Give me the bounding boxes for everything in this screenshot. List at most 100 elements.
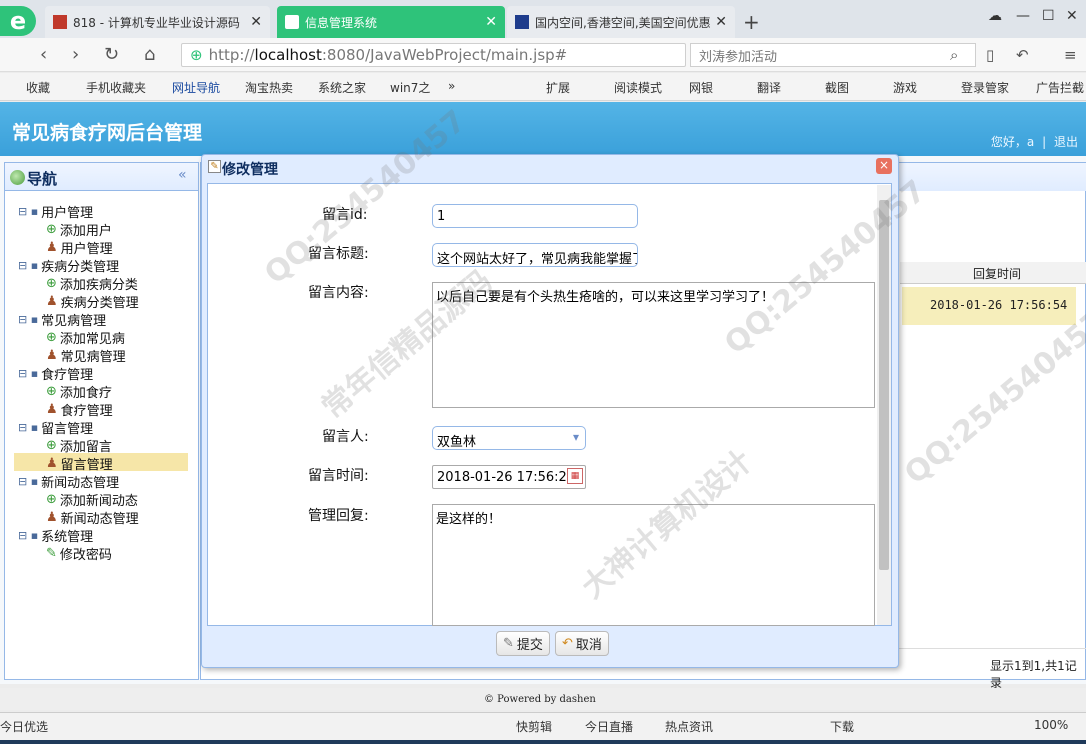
skin-icon[interactable]: ☁ [988,8,1002,24]
close-tab-icon[interactable]: ✕ [715,14,727,30]
bookmark-more[interactable]: » [448,79,455,93]
nav-item-label: 新闻动态管理 [41,476,120,491]
nav-item-10[interactable]: ⊕ 添加食疗 [34,382,112,401]
nav-item-12[interactable]: ⊟ ▪ 留言管理 [18,418,93,437]
toolbar-games[interactable]: 游戏 [893,79,917,96]
reload-icon[interactable]: ↻ [104,44,119,65]
search-icon[interactable]: ⌕ [950,46,958,64]
message-id-label: 留言id: [322,207,368,223]
nav-item-3[interactable]: ⊟ ▪ 疾病分类管理 [18,256,119,275]
message-content-textarea[interactable]: 以后自己要是有个头热生疮啥的，可以来这里学习学习了！ [432,282,875,408]
bookmark-xitong[interactable]: 系统之家 [318,79,366,96]
dialog-scrollbar-thumb[interactable] [879,200,889,570]
grid-column-reply-time[interactable]: 回复时间 [973,265,1021,282]
nav-item-4[interactable]: ⊕ 添加疾病分类 [34,274,138,293]
nav-item-14[interactable]: ♟ 留言管理 [34,454,113,473]
dialog-edit-icon: ✎ [208,160,221,173]
nav-item-label: 添加用户 [59,224,112,239]
status-live[interactable]: 今日直播 [585,718,633,735]
bookmark-taobao[interactable]: 淘宝热卖 [245,79,293,96]
toolbar-extension[interactable]: 扩展 [546,79,570,96]
collapse-nav-icon[interactable]: « [178,167,187,183]
browser-tab-2[interactable]: 信息管理系统 ✕ [277,6,505,38]
add-icon: ⊕ [46,330,57,345]
home-icon[interactable]: ⌂ [144,44,155,65]
nav-item-17[interactable]: ♟ 新闻动态管理 [34,508,139,527]
nav-item-label: 用户管理 [60,242,113,257]
undo-icon[interactable]: ↶ [1016,46,1029,64]
close-tab-icon[interactable]: ✕ [250,14,262,30]
message-time-field[interactable]: 2018-01-26 17:56:28 ▦ [432,465,586,489]
nav-item-7[interactable]: ⊕ 添加常见病 [34,328,125,347]
url-host: localhost [254,46,322,64]
search-input[interactable]: 刘涛参加活动 [690,43,976,67]
url-input[interactable]: ⊕ http://localhost:8080/JavaWebProject/m… [181,43,686,67]
nav-item-5[interactable]: ♟ 疾病分类管理 [34,292,139,311]
toolbar-adblock[interactable]: 广告拦截 [1036,79,1084,96]
bookmark-favorites[interactable]: 收藏 [26,79,50,96]
bookmark-win7[interactable]: win7之 [390,79,430,96]
submit-button[interactable]: ✎ 提交 [496,631,550,656]
back-icon[interactable]: ‹ [40,44,47,65]
status-today-picks[interactable]: 今日优选 [0,718,48,735]
logout-link[interactable]: 退出 [1054,135,1078,149]
bookmark-nav[interactable]: 网址导航 [172,79,220,96]
toolbar-translate[interactable]: 翻译 [757,79,781,96]
toolbar-bank[interactable]: 网银 [689,79,713,96]
chevron-down-icon[interactable]: ▾ [573,430,579,444]
message-content-label: 留言内容: [308,285,369,301]
admin-reply-textarea[interactable]: 是这样的！ [432,504,875,626]
mobile-icon[interactable]: ▯ [986,46,994,64]
toolbar-screenshot[interactable]: 截图 [825,79,849,96]
nav-item-8[interactable]: ♟ 常见病管理 [34,346,126,365]
nav-item-19[interactable]: ✎ 修改密码 [34,544,112,563]
status-hot-news[interactable]: 热点资讯 [665,718,713,735]
nav-item-label: 修改密码 [59,548,112,563]
toolbar-reader[interactable]: 阅读模式 [614,79,662,96]
nav-globe-icon [10,170,25,185]
user-icon: ♟ [46,456,58,471]
add-icon: ⊕ [46,438,57,453]
close-tab-icon[interactable]: ✕ [485,14,497,30]
maximize-icon[interactable]: ☐ [1042,8,1055,24]
nav-item-9[interactable]: ⊟ ▪ 食疗管理 [18,364,93,383]
message-title-field[interactable]: 这个网站太好了，常见病我能掌握了 [432,243,638,267]
nav-item-13[interactable]: ⊕ 添加留言 [34,436,112,455]
minimize-icon[interactable]: — [1016,8,1030,24]
bookmark-mobile[interactable]: 手机收藏夹 [86,79,146,96]
browser-tab-3[interactable]: 国内空间,香港空间,美国空间优惠 ✕ [507,6,735,38]
close-window-icon[interactable]: ✕ [1066,8,1078,24]
nav-item-label: 常见病管理 [60,350,126,365]
toolbar-login[interactable]: 登录管家 [961,79,1009,96]
message-user-select[interactable]: 双鱼林 ▾ [432,426,586,450]
grid-cell-reply-time: 2018-01-26 17:56:54 [930,298,1068,312]
status-quick-edit[interactable]: 快剪辑 [516,718,552,735]
status-zoom[interactable]: 100% [1034,718,1068,732]
browser-logo-icon[interactable]: e [0,6,36,36]
nav-item-16[interactable]: ⊕ 添加新闻动态 [34,490,138,509]
cancel-label: 取消 [575,638,602,653]
menu-icon[interactable]: ≡ [1064,46,1077,64]
nav-item-15[interactable]: ⊟ ▪ 新闻动态管理 [18,472,119,491]
message-id-field[interactable]: 1 [432,204,638,228]
cancel-button[interactable]: ↶ 取消 [555,631,609,656]
nav-item-11[interactable]: ♟ 食疗管理 [34,400,113,419]
nav-item-6[interactable]: ⊟ ▪ 常见病管理 [18,310,106,329]
nav-item-label: 添加食疗 [59,386,112,401]
new-tab-icon[interactable]: + [743,10,760,34]
bookmarks-bar [0,73,1086,101]
nav-item-2[interactable]: ♟ 用户管理 [34,238,113,257]
add-icon: ⊕ [46,492,57,507]
nav-item-1[interactable]: ⊕ 添加用户 [34,220,112,239]
calendar-icon[interactable]: ▦ [567,468,583,484]
nav-item-18[interactable]: ⊟ ▪ 系统管理 [18,526,93,545]
user-icon: ♟ [46,240,58,255]
secure-icon: ⊕ [190,46,203,64]
nav-item-label: 疾病分类管理 [60,296,139,311]
dialog-close-icon[interactable]: × [876,158,892,174]
nav-item-0[interactable]: ⊟ ▪ 用户管理 [18,202,93,221]
forward-icon[interactable]: › [72,44,79,65]
browser-tab-1[interactable]: 818 - 计算机专业毕业设计源码 ✕ [45,6,270,38]
status-download[interactable]: 下载 [830,718,854,735]
folder-toggle-icon: ⊟ ▪ [18,313,39,326]
